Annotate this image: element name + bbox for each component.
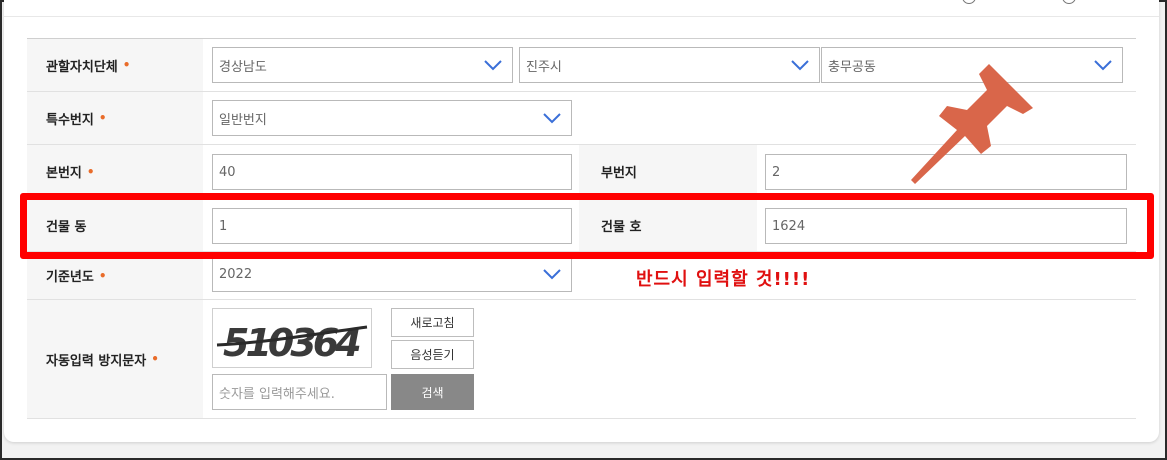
captcha-input[interactable]: 숫자를 입력해주세요. xyxy=(212,374,387,410)
dong-value: 충무공동 xyxy=(828,59,876,75)
building-ho-value: 1624 xyxy=(772,218,806,234)
special-lot-value: 일반번지 xyxy=(219,112,267,128)
building-ho-input[interactable]: 1624 xyxy=(765,208,1127,244)
label-base-year-text: 기준년도 xyxy=(46,270,94,285)
required-mark: • xyxy=(98,111,107,125)
building-dong-value: 1 xyxy=(219,218,228,234)
circle-icon xyxy=(1062,0,1076,4)
label-building-dong: 건물 동 xyxy=(27,199,203,251)
label-special-lot: 특수번지 • xyxy=(27,92,203,144)
row-building: 건물 동 1 건물 호 1624 xyxy=(27,199,1136,252)
label-main-lot: 본번지 • xyxy=(27,145,203,198)
label-sub-lot-text: 부번지 xyxy=(601,166,637,181)
label-sub-lot: 부번지 xyxy=(579,145,757,198)
required-mark: • xyxy=(151,352,159,366)
annotation-note: 반드시 입력할 것!!!! xyxy=(636,269,811,290)
row-base-year: 기준년도 • 2022 xyxy=(27,252,1136,300)
refresh-label: 새로고침 xyxy=(410,316,455,330)
chevron-down-icon xyxy=(1094,60,1112,71)
chevron-down-icon xyxy=(484,60,502,71)
base-year-value: 2022 xyxy=(219,266,253,282)
label-building-dong-text: 건물 동 xyxy=(46,219,87,235)
chevron-down-icon xyxy=(543,269,561,280)
label-base-year: 기준년도 • xyxy=(27,252,203,299)
main-lot-input[interactable]: 40 xyxy=(212,154,572,190)
audio-label: 음성듣기 xyxy=(410,348,455,362)
top-divider xyxy=(4,16,1159,17)
captcha-graphic: 510364 xyxy=(216,321,368,365)
pushpin-icon xyxy=(911,64,1033,184)
label-main-lot-text: 본번지 xyxy=(46,166,82,181)
search-label: 검색 xyxy=(421,385,444,400)
required-mark: • xyxy=(122,58,131,72)
chevron-down-icon xyxy=(791,60,809,71)
window-frame: 관할자치단체 • 경상남도 진주시 충무공동 특수번지 • 일반번지 본번지 •… xyxy=(0,0,1167,460)
special-lot-select[interactable]: 일반번지 xyxy=(212,100,572,136)
circle-icon xyxy=(962,0,976,4)
captcha-image: 510364 xyxy=(212,308,372,368)
label-building-ho-text: 건물 호 xyxy=(601,219,642,235)
search-button[interactable]: 검색 xyxy=(391,374,474,410)
base-year-select[interactable]: 2022 xyxy=(212,256,572,292)
label-captcha-text: 자동입력 방지문자 xyxy=(46,353,147,369)
province-value: 경상남도 xyxy=(219,59,267,75)
label-special-lot-text: 특수번지 xyxy=(46,112,94,128)
row-captcha: 자동입력 방지문자 • 510364 새로고침 음성듣기 숫자를 입력해주세요.… xyxy=(27,300,1136,419)
province-select[interactable]: 경상남도 xyxy=(212,47,513,83)
building-dong-input[interactable]: 1 xyxy=(212,208,572,244)
label-building-ho: 건물 호 xyxy=(579,199,757,251)
city-value: 진주시 xyxy=(526,59,562,75)
required-mark: • xyxy=(98,268,107,283)
label-region-text: 관할자치단체 xyxy=(46,59,118,75)
label-region: 관할자치단체 • xyxy=(27,39,203,91)
sub-lot-value: 2 xyxy=(772,164,781,180)
main-lot-value: 40 xyxy=(219,164,236,180)
city-select[interactable]: 진주시 xyxy=(519,47,820,83)
captcha-placeholder: 숫자를 입력해주세요. xyxy=(219,386,335,402)
required-mark: • xyxy=(86,164,95,179)
chevron-down-icon xyxy=(543,113,561,124)
value-building: 1 건물 호 1624 xyxy=(203,199,1136,251)
label-captcha: 자동입력 방지문자 • xyxy=(27,300,203,418)
audio-button[interactable]: 음성듣기 xyxy=(391,340,474,369)
value-captcha: 510364 새로고침 음성듣기 숫자를 입력해주세요. 검색 xyxy=(203,300,1136,418)
refresh-button[interactable]: 새로고침 xyxy=(391,308,474,337)
